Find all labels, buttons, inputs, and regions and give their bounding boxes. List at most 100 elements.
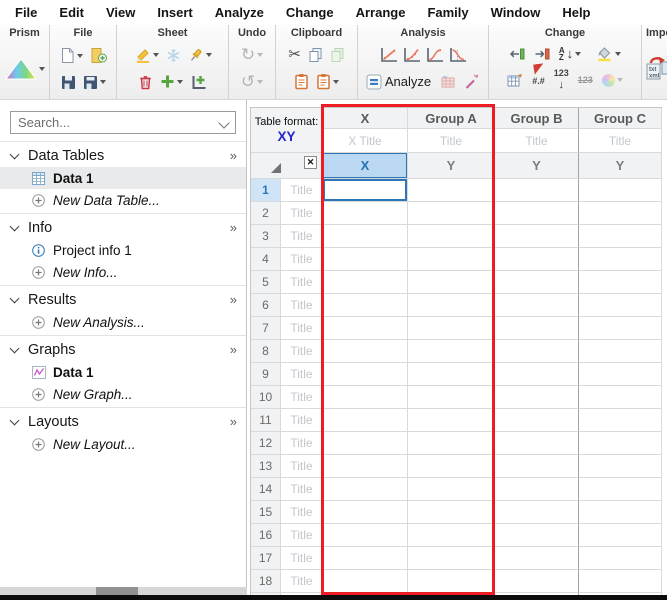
data-cell[interactable] [579, 179, 662, 202]
row-title-cell[interactable]: Title [281, 317, 323, 340]
new-graph-sheet-button[interactable] [190, 74, 207, 90]
sidebar-item-new-analysis[interactable]: New Analysis... [0, 311, 246, 333]
data-cell[interactable] [579, 271, 662, 294]
data-cell[interactable] [579, 317, 662, 340]
open-file-button[interactable] [90, 47, 107, 64]
data-cell[interactable] [579, 225, 662, 248]
row-title-cell[interactable]: Title [281, 478, 323, 501]
data-cell[interactable] [579, 202, 662, 225]
data-cell[interactable] [323, 386, 408, 409]
data-cell[interactable] [408, 547, 495, 570]
row-number[interactable]: 8 [251, 340, 281, 363]
column-name[interactable]: Group A [408, 108, 495, 129]
section-graphs[interactable]: Graphs » [0, 338, 246, 361]
data-cell[interactable] [323, 524, 408, 547]
data-cell[interactable] [323, 432, 408, 455]
expand-icon[interactable]: » [230, 414, 237, 429]
row-number[interactable]: 7 [251, 317, 281, 340]
grid-corner-select-cell[interactable]: ✕ [251, 153, 323, 179]
data-cell[interactable] [495, 363, 579, 386]
sidebar-item-graph-data-1[interactable]: Data 1 [0, 361, 246, 383]
delete-sheet-button[interactable] [138, 74, 153, 90]
row-number[interactable]: 14 [251, 478, 281, 501]
menu-analyze[interactable]: Analyze [204, 0, 275, 25]
data-cell[interactable] [323, 225, 408, 248]
dose-response-button[interactable] [448, 47, 467, 63]
data-cell[interactable] [579, 524, 662, 547]
table-format-value[interactable]: XY [277, 129, 295, 144]
undo-button[interactable]: ↺ [241, 73, 264, 90]
save-as-button[interactable] [83, 75, 106, 90]
row-number[interactable]: 18 [251, 570, 281, 593]
data-cell[interactable] [408, 524, 495, 547]
save-button[interactable] [61, 75, 76, 90]
analyze-button[interactable]: Analyze [366, 74, 431, 90]
row-title-cell[interactable]: Title [281, 179, 323, 202]
data-cell[interactable] [408, 317, 495, 340]
row-number[interactable]: 16 [251, 524, 281, 547]
data-cell[interactable] [323, 547, 408, 570]
scrollbar-thumb[interactable] [96, 587, 138, 595]
rename-sheet-button[interactable] [134, 48, 159, 63]
new-file-button[interactable] [60, 47, 83, 64]
row-number[interactable]: 13 [251, 455, 281, 478]
data-cell[interactable] [579, 294, 662, 317]
data-cell[interactable] [495, 432, 579, 455]
data-cell[interactable] [408, 478, 495, 501]
menu-file[interactable]: File [4, 0, 48, 25]
data-cell[interactable] [408, 409, 495, 432]
paste-button[interactable] [294, 73, 309, 90]
column-axis-label[interactable]: Y [495, 153, 579, 179]
data-cell[interactable] [495, 225, 579, 248]
data-cell[interactable] [323, 202, 408, 225]
data-cell[interactable] [323, 478, 408, 501]
section-layouts[interactable]: Layouts » [0, 410, 246, 433]
data-cell[interactable] [323, 409, 408, 432]
sidebar-item-project-info-1[interactable]: Project info 1 [0, 239, 246, 261]
number-format-button[interactable]: 123 ↓ [554, 68, 569, 92]
column-name[interactable]: Group C [579, 108, 662, 129]
data-cell[interactable] [408, 202, 495, 225]
data-cell[interactable] [408, 179, 495, 202]
row-number[interactable]: 11 [251, 409, 281, 432]
expand-icon[interactable]: » [230, 220, 237, 235]
pin-sheet-button[interactable] [188, 47, 212, 63]
data-cell[interactable] [579, 340, 662, 363]
column-axis-label[interactable]: Y [579, 153, 662, 179]
data-cell[interactable] [495, 202, 579, 225]
menu-insert[interactable]: Insert [146, 0, 203, 25]
row-number[interactable]: 5 [251, 271, 281, 294]
data-cell[interactable] [579, 386, 662, 409]
data-cell[interactable] [408, 340, 495, 363]
menu-help[interactable]: Help [551, 0, 601, 25]
row-title-cell[interactable]: Title [281, 432, 323, 455]
data-cell[interactable] [579, 501, 662, 524]
menu-family[interactable]: Family [416, 0, 479, 25]
data-cell[interactable] [495, 340, 579, 363]
data-cell[interactable] [323, 271, 408, 294]
row-number[interactable]: 3 [251, 225, 281, 248]
column-subtitle[interactable]: Title [408, 129, 495, 153]
nonlinear-fit-button[interactable] [402, 47, 421, 63]
row-title-cell[interactable]: Title [281, 202, 323, 225]
column-subtitle[interactable]: X Title [323, 129, 408, 153]
data-cell[interactable] [408, 225, 495, 248]
sidebar-horizontal-scrollbar[interactable] [0, 587, 247, 595]
data-cell[interactable] [323, 294, 408, 317]
data-cell[interactable] [408, 248, 495, 271]
data-cell[interactable] [408, 570, 495, 593]
section-info[interactable]: Info » [0, 216, 246, 239]
row-number[interactable]: 17 [251, 547, 281, 570]
menu-change[interactable]: Change [275, 0, 345, 25]
decimal-places-button[interactable]: #.# [532, 63, 545, 89]
row-title-cell[interactable]: Title [281, 386, 323, 409]
row-number[interactable]: 2 [251, 202, 281, 225]
sidebar-item-new-data-table[interactable]: New Data Table... [0, 189, 246, 211]
row-title-cell[interactable]: Title [281, 455, 323, 478]
expand-icon[interactable]: » [230, 292, 237, 307]
row-title-cell[interactable]: Title [281, 225, 323, 248]
row-title-cell[interactable]: Title [281, 294, 323, 317]
menu-edit[interactable]: Edit [48, 0, 95, 25]
sidebar-item-new-info[interactable]: New Info... [0, 261, 246, 283]
wizard-button[interactable] [464, 74, 480, 90]
